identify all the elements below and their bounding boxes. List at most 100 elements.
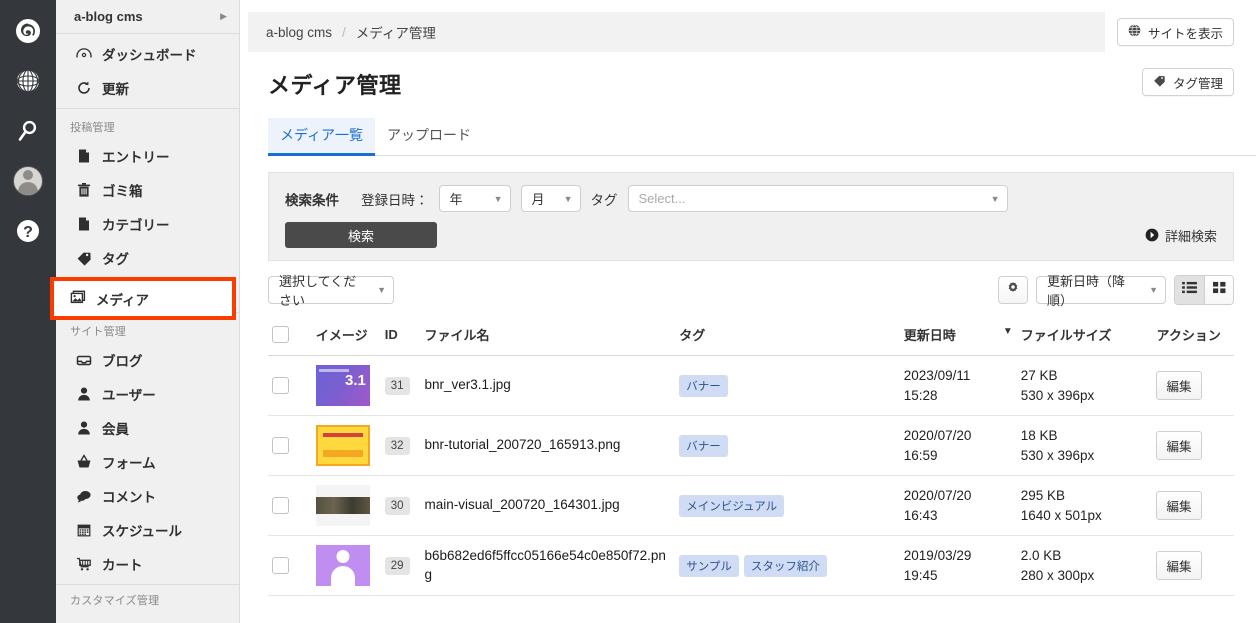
rail-item-logo[interactable] [0,6,56,56]
tag-chip[interactable]: サンプル [679,555,739,577]
sidebar-item-update[interactable]: 更新 [56,71,239,105]
tag-select[interactable]: Select... ▼ [628,185,1008,212]
media-time: 19:45 [904,566,1013,586]
media-filesize: 18 KB [1021,426,1149,446]
header-image[interactable]: イメージ [312,315,381,356]
sort-desc-icon: ▼ [1003,326,1013,337]
media-id-badge: 32 [385,437,410,455]
icon-rail: ? [0,0,56,623]
row-checkbox[interactable] [272,377,289,394]
media-thumbnail[interactable] [316,485,370,526]
list-view-button[interactable] [1175,276,1204,304]
breadcrumb-root[interactable]: a-blog cms [266,25,332,40]
media-dimensions: 530 x 396px [1021,446,1149,466]
tag-manage-button[interactable]: タグ管理 [1142,68,1234,96]
header-filesize[interactable]: ファイルサイズ [1017,315,1153,356]
nav-group-site: サイト管理 ブログ ユーザー 会員 [56,313,239,584]
row-thumbnail-cell [312,356,381,416]
header-id[interactable]: ID [381,315,421,356]
tag-icon [1153,74,1166,90]
table-row[interactable]: 29 b6b682ed6f5ffcc05166e54c0e850f72.png … [268,536,1234,596]
sidebar-item-media[interactable]: メディア [50,277,236,320]
advanced-search-label: 詳細検索 [1165,226,1217,245]
view-site-label: サイトを表示 [1148,23,1223,42]
edit-button[interactable]: 編集 [1156,371,1201,400]
trash-icon [76,182,92,198]
tab-media-list[interactable]: メディア一覧 [268,118,375,156]
sidebar-item-entry[interactable]: エントリー [56,139,239,173]
rail-item-globe[interactable] [0,56,56,106]
edit-button[interactable]: 編集 [1156,551,1201,580]
tag-chip[interactable]: バナー [679,435,728,457]
sort-select[interactable]: 更新日時（降順） ▼ [1036,276,1166,304]
header-filename[interactable]: ファイル名 [420,315,675,356]
table-row[interactable]: 30 main-visual_200720_164301.jpg メインビジュア… [268,476,1234,536]
sidebar-item-blog[interactable]: ブログ [56,343,239,377]
rail-item-avatar[interactable] [0,156,56,206]
row-id-cell: 30 [381,476,421,536]
view-site-button[interactable]: サイトを表示 [1117,18,1234,46]
tag-chip[interactable]: スタッフ紹介 [744,555,827,577]
sidebar-item-schedule[interactable]: スケジュール [56,513,239,547]
media-filename[interactable]: main-visual_200720_164301.jpg [424,497,619,512]
sidebar-item-member[interactable]: 会員 [56,411,239,445]
page-header: メディア管理 タグ管理 [240,56,1256,100]
table-row[interactable]: 31 bnr_ver3.1.jpg バナー 2023/09/1115:28 27… [268,356,1234,416]
search-button[interactable]: 検索 [285,222,437,248]
media-filename[interactable]: bnr_ver3.1.jpg [424,377,510,392]
media-thumbnail[interactable] [316,365,370,406]
list-toolbar: 選択してください ▼ 更新日時（降順） ▼ [268,275,1234,305]
rail-item-search[interactable] [0,106,56,156]
row-checkbox[interactable] [272,437,289,454]
chevron-down-icon: ▼ [377,285,386,295]
sidebar-item-trash[interactable]: ゴミ箱 [56,173,239,207]
calendar-icon [76,522,92,538]
site-switcher-label: a-blog cms [74,9,143,24]
sidebar-item-tag[interactable]: タグ [56,241,239,275]
tab-upload[interactable]: アップロード [375,118,483,156]
media-thumbnail[interactable] [316,545,370,586]
media-thumbnail[interactable] [316,425,370,466]
header-tag[interactable]: タグ [675,315,900,356]
media-date: 2020/07/20 [904,486,1013,506]
sidebar-item-label: エントリー [102,146,170,166]
site-switcher[interactable]: a-blog cms ▶ [56,0,239,34]
sidebar-item-category[interactable]: カテゴリー [56,207,239,241]
chevron-right-circle-icon [1145,228,1159,242]
sidebar-item-form[interactable]: フォーム [56,445,239,479]
edit-button[interactable]: 編集 [1156,431,1201,460]
header-date[interactable]: 更新日時 ▼ [900,315,1017,356]
row-size-cell: 27 KB530 x 396px [1017,356,1153,416]
sidebar-item-cart[interactable]: カート [56,547,239,581]
chevron-down-icon: ▼ [564,194,573,204]
row-action-cell: 編集 [1152,476,1234,536]
year-select[interactable]: 年 ▼ [439,185,511,212]
rail-item-help[interactable]: ? [0,206,56,256]
edit-button[interactable]: 編集 [1156,491,1201,520]
page-title: メディア管理 [268,68,401,100]
table-row[interactable]: 32 bnr-tutorial_200720_165913.png バナー 20… [268,416,1234,476]
month-select[interactable]: 月 ▼ [521,185,581,212]
tag-chip[interactable]: バナー [679,375,728,397]
row-checkbox-cell [268,476,312,536]
grid-view-button[interactable] [1204,276,1233,304]
sidebar-item-dashboard[interactable]: ダッシュボード [56,37,239,71]
settings-button[interactable] [998,276,1028,304]
entry-icon [76,148,92,164]
sidebar-item-comment[interactable]: コメント [56,479,239,513]
chevron-down-icon: ▼ [494,194,503,204]
media-filename[interactable]: b6b682ed6f5ffcc05166e54c0e850f72.png [424,548,665,581]
media-filename[interactable]: bnr-tutorial_200720_165913.png [424,437,620,452]
advanced-search-link[interactable]: 詳細検索 [1145,226,1217,245]
sidebar-item-user[interactable]: ユーザー [56,377,239,411]
row-checkbox[interactable] [272,497,289,514]
row-tag-cell: バナー [675,356,900,416]
tag-chip[interactable]: メインビジュアル [679,495,784,517]
select-all-checkbox[interactable] [272,326,289,343]
row-checkbox[interactable] [272,557,289,574]
sidebar-item-label: コメント [102,486,156,506]
blog-icon [76,352,92,368]
row-checkbox-cell [268,536,312,596]
row-thumbnail-cell [312,416,381,476]
bulk-action-select[interactable]: 選択してください ▼ [268,276,394,304]
